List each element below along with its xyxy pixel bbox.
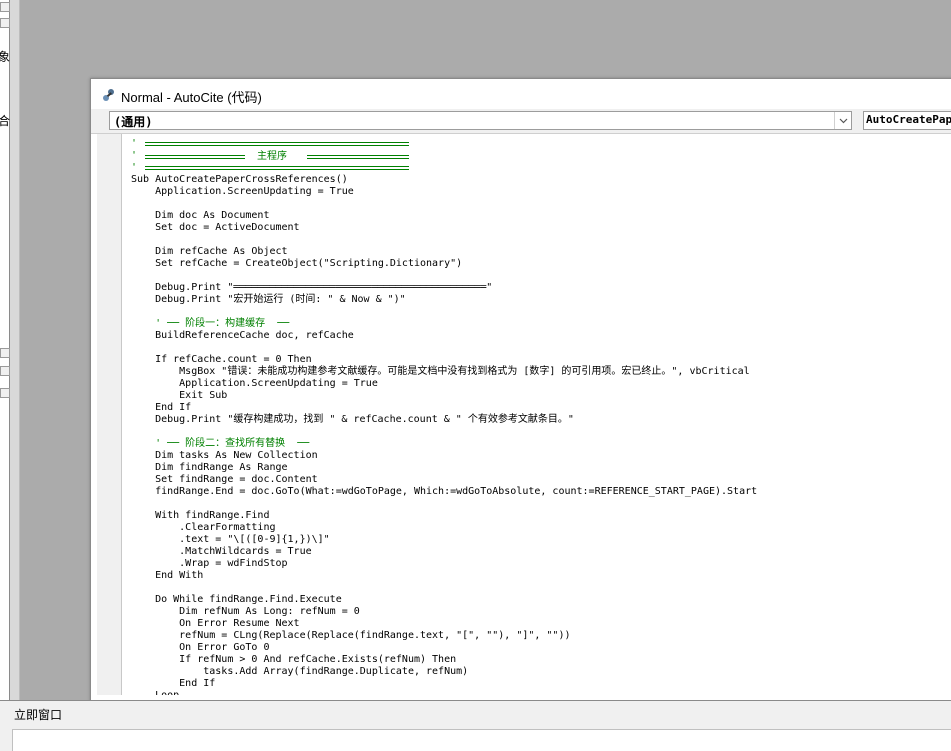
code-line[interactable]: Loop: [131, 690, 179, 695]
code-line[interactable]: Dim doc As Document: [131, 210, 269, 222]
chevron-down-icon[interactable]: [834, 112, 851, 129]
header-rule: [145, 142, 409, 146]
project-explorer-pane: 象 合: [0, 0, 10, 700]
code-line[interactable]: BuildReferenceCache doc, refCache: [131, 330, 354, 342]
code-line[interactable]: Exit Sub: [131, 390, 227, 402]
code-editor[interactable]: 主程序 ' ' ' Sub AutoCreatePaperCrossReference…: [91, 133, 951, 695]
code-line[interactable]: Set refCache = CreateObject("Scripting.D…: [131, 258, 462, 270]
code-line[interactable]: refNum = CLng(Replace(Replace(findRange.…: [131, 630, 570, 642]
code-line[interactable]: Dim tasks As New Collection: [131, 450, 318, 462]
procedure-dropdown-value: AutoCreatePaperCrossReferences: [866, 113, 951, 126]
code-line[interactable]: Debug.Print "宏开始运行 (时间: " & Now & ")": [131, 294, 406, 306]
pane-edge-control[interactable]: [0, 388, 10, 398]
code-line[interactable]: Sub AutoCreatePaperCrossReferences(): [131, 174, 348, 186]
code-line[interactable]: End If: [131, 678, 215, 690]
code-line[interactable]: Debug.Print "═══════════════════════════…: [131, 282, 492, 294]
header-rule: [145, 166, 409, 170]
code-line[interactable]: End With: [131, 570, 203, 582]
header-rule: [307, 155, 409, 159]
code-line[interactable]: End If: [131, 402, 191, 414]
pane-text-fragment: 合: [0, 114, 11, 128]
code-line[interactable]: With findRange.Find: [131, 510, 269, 522]
header-rule: [145, 155, 245, 159]
selector-row: (通用) AutoCreatePaperCrossReferences: [91, 109, 951, 133]
header-title: 主程序: [257, 151, 287, 162]
pane-splitter[interactable]: [10, 0, 20, 700]
code-line[interactable]: ': [131, 138, 137, 150]
code-line[interactable]: On Error GoTo 0: [131, 642, 269, 654]
code-line[interactable]: Application.ScreenUpdating = True: [131, 186, 354, 198]
pane-edge-control[interactable]: [0, 348, 10, 358]
code-window-titlebar[interactable]: Normal - AutoCite (代码): [91, 79, 951, 109]
code-line[interactable]: MsgBox "错误：未能成功构建参考文献缓存。可能是文档中没有找到格式为 [数…: [131, 366, 750, 378]
code-line[interactable]: Application.ScreenUpdating = True: [131, 378, 378, 390]
code-line[interactable]: tasks.Add Array(findRange.Duplicate, ref…: [131, 666, 468, 678]
code-line[interactable]: Set findRange = doc.Content: [131, 474, 318, 486]
breakpoint-margin[interactable]: [97, 134, 122, 695]
code-window-icon: [103, 89, 114, 101]
code-line[interactable]: Dim refNum As Long: refNum = 0: [131, 606, 360, 618]
code-line[interactable]: Dim findRange As Range: [131, 462, 287, 474]
code-line[interactable]: Debug.Print "缓存构建成功，找到 " & refCache.coun…: [131, 414, 574, 426]
pane-edge-control[interactable]: [0, 18, 10, 28]
immediate-window: 立即窗口: [0, 700, 951, 751]
code-line[interactable]: ': [131, 150, 137, 162]
immediate-window-label: 立即窗口: [14, 708, 63, 722]
procedure-dropdown[interactable]: AutoCreatePaperCrossReferences: [863, 111, 951, 130]
code-line[interactable]: Do While findRange.Find.Execute: [131, 594, 342, 606]
code-line[interactable]: findRange.End = doc.GoTo(What:=wdGoToPag…: [131, 486, 757, 498]
code-line[interactable]: ' ── 阶段一：构建缓存 ──: [131, 318, 289, 330]
code-line[interactable]: ': [131, 162, 137, 174]
code-line[interactable]: .text = "\[([0-9]{1,})\]": [131, 534, 330, 546]
pane-text-fragment: 象: [0, 50, 11, 64]
code-line[interactable]: .ClearFormatting: [131, 522, 275, 534]
code-line[interactable]: If refNum > 0 And refCache.Exists(refNum…: [131, 654, 456, 666]
object-dropdown[interactable]: (通用): [109, 111, 852, 130]
code-line[interactable]: Dim refCache As Object: [131, 246, 287, 258]
code-line[interactable]: .MatchWildcards = True: [131, 546, 311, 558]
code-line[interactable]: ' ── 阶段二：查找所有替换 ──: [131, 438, 309, 450]
immediate-window-input[interactable]: [12, 729, 951, 751]
code-line[interactable]: If refCache.count = 0 Then: [131, 354, 312, 366]
pane-edge-control[interactable]: [0, 366, 10, 376]
code-line[interactable]: On Error Resume Next: [131, 618, 299, 630]
pane-edge-control[interactable]: [0, 2, 10, 12]
code-window-title: Normal - AutoCite (代码): [121, 90, 262, 105]
code-area[interactable]: 主程序 ' ' ' Sub AutoCreatePaperCrossReference…: [131, 136, 951, 695]
object-dropdown-value: (通用): [114, 115, 153, 129]
code-line[interactable]: Set doc = ActiveDocument: [131, 222, 300, 234]
code-line[interactable]: .Wrap = wdFindStop: [131, 558, 287, 570]
code-window: Normal - AutoCite (代码) (通用) AutoCreatePa…: [90, 78, 951, 718]
